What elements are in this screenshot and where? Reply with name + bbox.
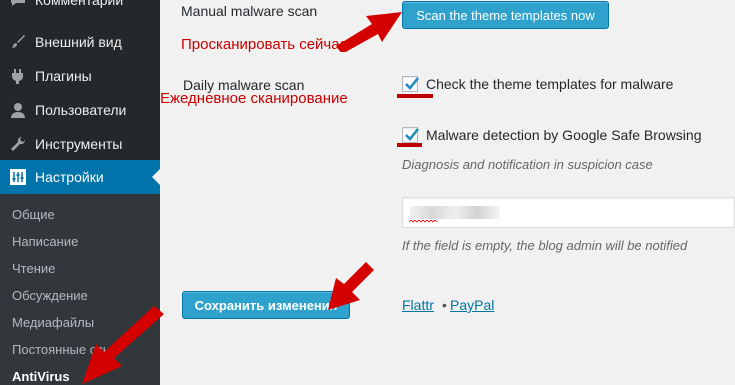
check-templates-label: Check the theme templates for malware [426, 76, 674, 92]
submenu-writing[interactable]: Написание [12, 234, 78, 249]
flattr-link[interactable]: Flattr [402, 297, 434, 313]
annotation-underline [397, 94, 433, 98]
wrench-icon [9, 135, 27, 153]
comments-icon [9, 0, 27, 9]
menu-label: Инструменты [35, 136, 123, 152]
settings-icon [9, 168, 27, 186]
paypal-link[interactable]: PayPal [450, 297, 494, 313]
submenu-reading[interactable]: Чтение [12, 261, 55, 276]
red-arrow-icon [82, 306, 164, 384]
submenu-general[interactable]: Общие [12, 207, 55, 222]
email-hint: If the field is empty, the blog admin wi… [402, 238, 688, 253]
users-icon [9, 101, 27, 119]
link-separator: • [442, 297, 447, 313]
diagnosis-hint: Diagnosis and notification in suspicion … [402, 157, 653, 172]
checkmark-icon [405, 77, 420, 90]
scan-templates-button[interactable]: Scan the theme templates now [402, 1, 609, 29]
spellcheck-underline [409, 220, 438, 223]
manual-scan-label: Manual malware scan [181, 3, 318, 19]
plugin-icon [9, 67, 27, 85]
menu-comments[interactable]: Комментарии [0, 0, 160, 17]
menu-settings[interactable]: Настройки [0, 160, 160, 194]
red-arrow-icon [336, 12, 402, 52]
daily-scan-annotation: Ежедневное сканирование [160, 90, 348, 107]
menu-label: Пользователи [35, 102, 127, 118]
menu-users[interactable]: Пользователи [0, 93, 160, 127]
annotation-underline [397, 143, 422, 147]
checkmark-icon [405, 128, 420, 141]
paintbrush-icon [9, 33, 27, 51]
menu-plugins[interactable]: Плагины [0, 59, 160, 93]
google-safe-browsing-checkbox[interactable] [402, 127, 420, 143]
menu-tools[interactable]: Инструменты [0, 127, 160, 161]
redacted-email-mask [410, 206, 500, 219]
red-arrow-icon [328, 262, 374, 310]
check-templates-checkbox[interactable] [402, 76, 420, 92]
menu-label: Плагины [35, 68, 92, 84]
menu-label: Настройки [35, 169, 104, 185]
submenu-discussion[interactable]: Обсуждение [12, 288, 88, 303]
scan-now-annotation: Просканировать сейчас [181, 36, 348, 53]
menu-appearance[interactable]: Внешний вид [0, 25, 160, 59]
google-safe-browsing-label: Malware detection by Google Safe Browsin… [426, 127, 702, 143]
submenu-antivirus[interactable]: AntiVirus [12, 369, 70, 384]
menu-label: Внешний вид [35, 34, 122, 50]
menu-label: Комментарии [35, 0, 124, 8]
notification-email-input[interactable] [402, 197, 735, 228]
